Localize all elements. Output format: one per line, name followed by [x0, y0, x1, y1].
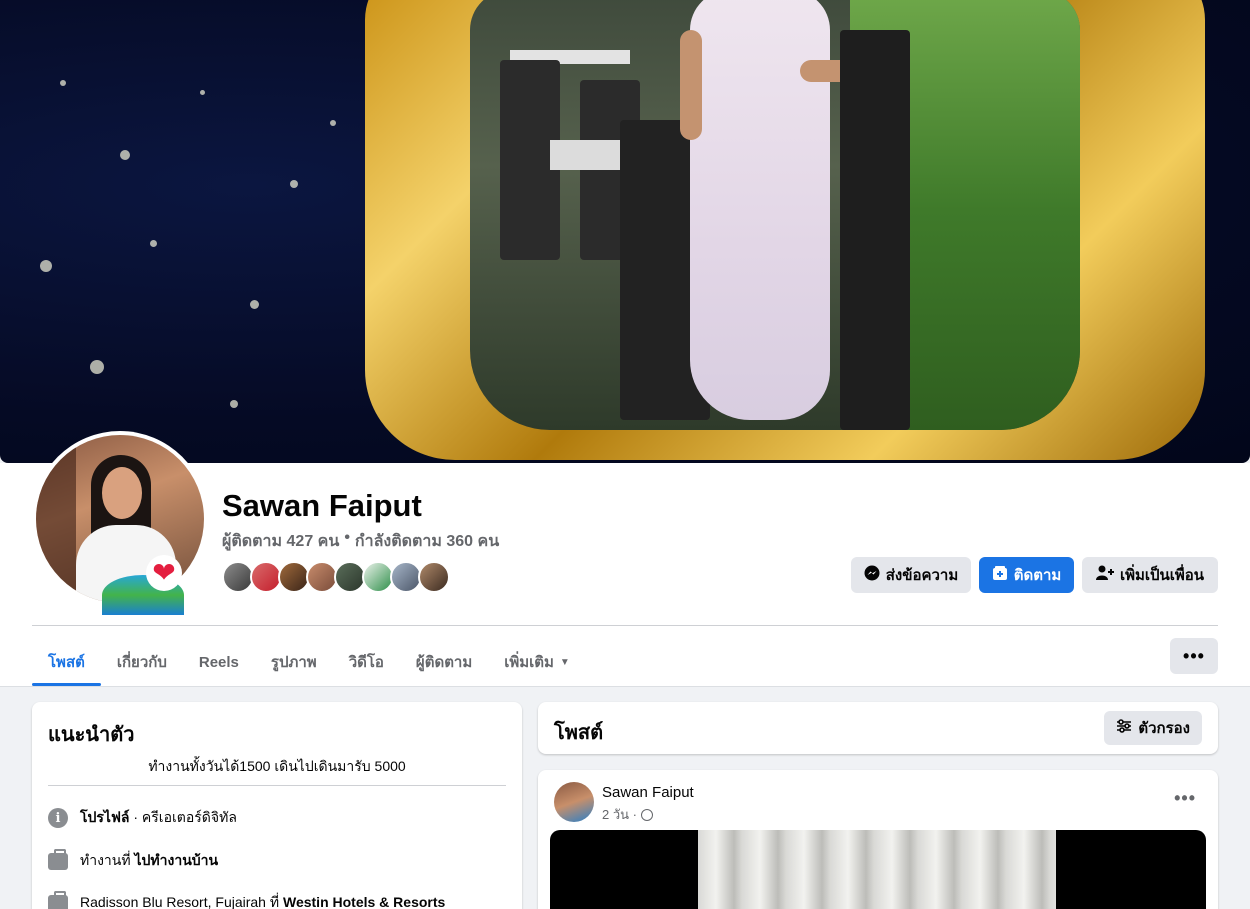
tab-posts[interactable]: โพสต์: [32, 638, 101, 686]
tab-label: ผู้ติดตาม: [415, 654, 473, 671]
briefcase-icon: [48, 848, 68, 870]
info-icon: i: [48, 808, 68, 828]
post-card: Sawan Faiput 2 วัน · •••: [538, 770, 1218, 909]
avatar-face: [102, 467, 142, 519]
intro-title: แนะนำตัว: [48, 724, 135, 746]
stats-separator: •: [344, 529, 350, 546]
globe-icon: [640, 808, 653, 821]
tab-followers[interactable]: ผู้ติดตาม: [400, 638, 488, 686]
post-media[interactable]: [550, 830, 1206, 909]
post-meta: 2 วัน ·: [602, 804, 653, 825]
post-time[interactable]: 2 วัน ·: [602, 804, 637, 825]
mirror-scene: [470, 0, 1080, 430]
intro-work-row: Radisson Blu Resort, Fujairah ที่ Westin…: [48, 890, 445, 909]
follow-button-label: ติดตาม: [1013, 567, 1062, 584]
intro-bio: ทำงานทั้งวันได้1500 เดินไปเดินมารับ 5000: [148, 758, 406, 774]
post-author-avatar[interactable]: [554, 782, 594, 822]
follow-button[interactable]: ติดตาม: [979, 557, 1074, 593]
post-author-name[interactable]: Sawan Faiput: [602, 784, 694, 801]
filter-icon: [1116, 719, 1132, 737]
avatar-background: [36, 435, 76, 603]
profile-category: · ครีเอเตอร์ดิจิทัล: [129, 809, 237, 825]
add-friend-button-label: เพิ่มเป็นเพื่อน: [1119, 567, 1205, 584]
caret-down-icon: ▼: [559, 656, 570, 668]
profile-stats: ผู้ติดตาม 427 คน • กำลังติดตาม 360 คน: [222, 529, 499, 554]
intro-profile-row: i โปรไฟล์ · ครีเอเตอร์ดิจิทัล: [48, 807, 237, 829]
cover-decoration: [90, 360, 104, 374]
more-icon: •••: [1183, 645, 1205, 666]
message-button[interactable]: ส่งข้อความ: [851, 557, 971, 593]
add-friend-icon: [1095, 565, 1114, 585]
more-options-button[interactable]: •••: [1170, 638, 1218, 674]
filter-label: ตัวกรอง: [1138, 720, 1190, 737]
cover-decoration: [120, 150, 130, 160]
add-friend-button[interactable]: เพิ่มเป็นเพื่อน: [1082, 557, 1218, 593]
profile-tabs: โพสต์ เกี่ยวกับ Reels รูปภาพ วิดีโอ ผู้ต…: [32, 638, 586, 686]
cover-decoration: [290, 180, 298, 188]
cover-decoration: [60, 80, 66, 86]
intro-card: แนะนำตัว ทำงานทั้งวันได้1500 เดินไปเดินม…: [32, 702, 522, 909]
tab-more[interactable]: เพิ่มเติม ▼: [488, 638, 586, 686]
more-icon: •••: [1174, 788, 1196, 808]
cover-decoration: [150, 240, 157, 247]
follow-icon: [992, 565, 1008, 585]
intro-work-text: Radisson Blu Resort, Fujairah ที่ Westin…: [80, 892, 445, 909]
tab-label: วิดีโอ: [348, 654, 384, 671]
header-divider: [32, 625, 1218, 626]
briefcase-icon: [48, 890, 68, 909]
cover-decoration: [40, 260, 52, 272]
heart-badge-icon: ❤: [146, 555, 182, 591]
tab-label: Reels: [198, 653, 239, 671]
tab-label: รูปภาพ: [270, 654, 317, 671]
intro-work-text: ทำงานที่ ไปทำงานบ้าน: [80, 850, 218, 872]
work-prefix: ทำงานที่: [80, 852, 135, 868]
followers-link[interactable]: ผู้ติดตาม 427 คน: [222, 529, 339, 554]
messenger-icon: [864, 565, 880, 585]
tab-reels[interactable]: Reels: [183, 638, 255, 686]
work-link[interactable]: Westin Hotels & Resorts: [283, 894, 445, 909]
tab-label: เพิ่มเติม: [504, 654, 554, 671]
intro-divider: [48, 785, 506, 786]
profile-label: โปรไฟล์: [80, 809, 130, 825]
post-menu-button[interactable]: •••: [1174, 788, 1196, 809]
cover-decoration: [230, 400, 238, 408]
post-image-curtain: [698, 830, 1056, 909]
cover-decoration: [330, 120, 336, 126]
cover-decoration: [250, 300, 259, 309]
tab-label: โพสต์: [48, 654, 85, 671]
cover-person-arm: [680, 30, 702, 140]
cover-decoration: [200, 90, 205, 95]
intro-profile-text: โปรไฟล์ · ครีเอเตอร์ดิจิทัล: [80, 807, 237, 829]
tab-about[interactable]: เกี่ยวกับ: [101, 638, 183, 686]
tab-photos[interactable]: รูปภาพ: [255, 638, 333, 686]
mutual-followers-avatars: [222, 561, 450, 593]
posts-title: โพสต์: [554, 722, 604, 744]
profile-name: Sawan Faiput: [222, 488, 422, 523]
cover-pillar: [840, 30, 910, 430]
avatar-badge: ❤: [102, 553, 184, 615]
work-link[interactable]: ไปทำงานบ้าน: [134, 852, 218, 868]
cover-photo[interactable]: [0, 0, 1250, 463]
following-link[interactable]: กำลังติดตาม 360 คน: [355, 529, 499, 554]
intro-work-row: ทำงานที่ ไปทำงานบ้าน: [48, 848, 218, 872]
message-button-label: ส่งข้อความ: [885, 567, 959, 584]
work-prefix: Radisson Blu Resort, Fujairah ที่: [80, 894, 283, 909]
filter-button[interactable]: ตัวกรอง: [1104, 711, 1202, 745]
tab-videos[interactable]: วิดีโอ: [333, 638, 400, 686]
follower-avatar[interactable]: [418, 561, 450, 593]
posts-header-card: โพสต์ ตัวกรอง: [538, 702, 1218, 754]
tab-label: เกี่ยวกับ: [116, 654, 167, 671]
